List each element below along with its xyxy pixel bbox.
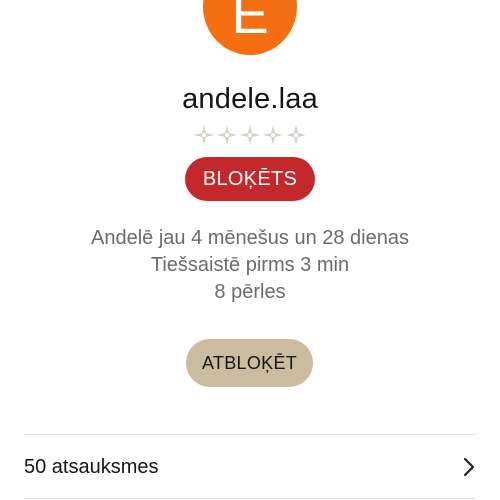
blocked-status-badge: BLOĶĒTS (185, 157, 315, 201)
avatar: E (203, 0, 297, 55)
unblock-button[interactable]: ATBLOĶĒT (186, 339, 313, 387)
last-online-text: Tiešsaistē pirms 3 min (150, 254, 350, 276)
divider (24, 498, 476, 499)
reviews-label: 50 atsauksmes (24, 456, 159, 478)
diamond-star-icon (263, 125, 283, 145)
reviews-row[interactable]: 50 atsauksmes (24, 435, 476, 498)
profile-screen: E andele.laa BLOĶĒTS Andelē jau 4 mēnešu… (0, 0, 500, 500)
avatar-letter: E (231, 0, 269, 45)
diamond-star-icon (217, 125, 237, 145)
diamond-star-icon (240, 125, 260, 145)
username: andele.laa (182, 83, 318, 115)
rating-stars (0, 124, 500, 146)
diamond-star-icon (286, 125, 306, 145)
pearls-count-text: 8 pērles (214, 281, 286, 303)
diamond-star-icon (194, 125, 214, 145)
chevron-right-icon (462, 457, 476, 477)
member-since-text: Andelē jau 4 mēnešus un 28 dienas (90, 227, 409, 249)
